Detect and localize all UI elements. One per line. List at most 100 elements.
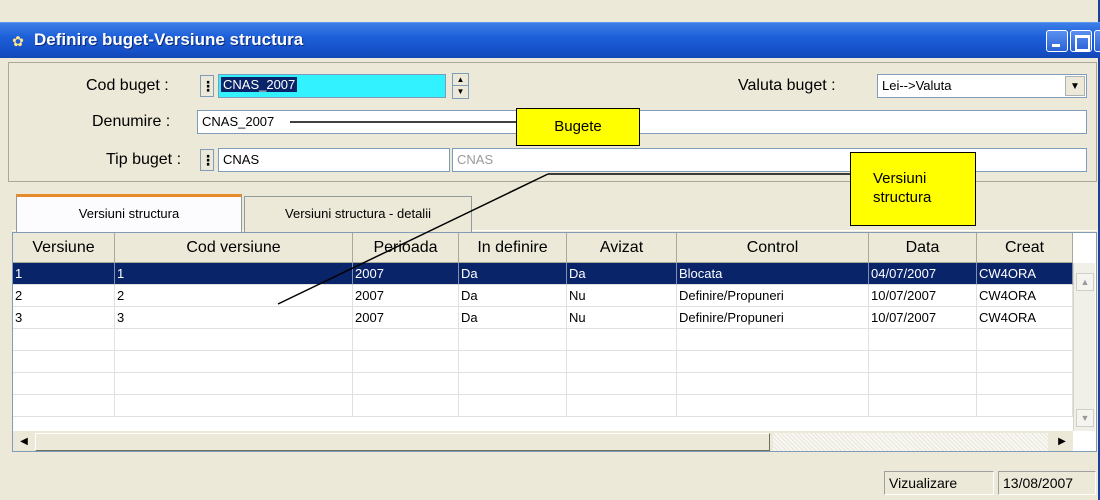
- callout-versiuni-structura: Versiuni structura: [850, 152, 976, 226]
- empty-cell: [977, 395, 1073, 417]
- table-row[interactable]: 2 2 2007 Da Nu Definire/Propuneri 10/07/…: [13, 285, 1073, 307]
- tab-label: Versiuni structura - detalii: [285, 206, 431, 221]
- cell-in-definire: Da: [459, 307, 567, 329]
- table-row-empty: [13, 395, 1073, 417]
- column-header-versiune[interactable]: Versiune: [13, 233, 115, 263]
- cell-creat: CW4ORA: [977, 285, 1073, 307]
- empty-cell: [353, 329, 459, 351]
- cod-buget-value: CNAS_2007: [221, 77, 298, 92]
- empty-cell: [459, 395, 567, 417]
- close-button[interactable]: [1094, 30, 1100, 52]
- table-row[interactable]: 1 1 2007 Da Da Blocata 04/07/2007 CW4ORA: [13, 263, 1073, 285]
- tab-label: Versiuni structura: [78, 206, 180, 221]
- app-window: ✿ Definire buget-Versiune structura Cod …: [0, 0, 1100, 500]
- cell-cod-versiune: 2: [115, 285, 353, 307]
- empty-cell: [13, 373, 115, 395]
- empty-cell: [115, 395, 353, 417]
- empty-cell: [353, 373, 459, 395]
- tip-buget-description: CNAS: [452, 148, 1087, 172]
- empty-cell: [869, 395, 977, 417]
- table-row[interactable]: 3 3 2007 Da Nu Definire/Propuneri 10/07/…: [13, 307, 1073, 329]
- column-header-avizat[interactable]: Avizat: [567, 233, 677, 263]
- cell-cod-versiune: 3: [115, 307, 353, 329]
- scroll-left-icon[interactable]: ◀: [15, 433, 33, 451]
- cell-cod-versiune: 1: [115, 263, 353, 285]
- cell-versiune: 3: [13, 307, 115, 329]
- tab-versiuni-structura[interactable]: Versiuni structura: [16, 194, 242, 232]
- empty-cell: [567, 329, 677, 351]
- empty-cell: [977, 351, 1073, 373]
- dropdown-arrow-icon[interactable]: ▼: [1065, 76, 1085, 96]
- status-date-text: 13/08/2007: [1003, 475, 1074, 491]
- cell-perioada: 2007: [353, 285, 459, 307]
- cell-perioada: 2007: [353, 307, 459, 329]
- table-row-empty: [13, 329, 1073, 351]
- scroll-right-icon[interactable]: ▶: [1053, 433, 1071, 451]
- scroll-down-icon[interactable]: ▼: [1076, 409, 1094, 427]
- empty-cell: [677, 351, 869, 373]
- cod-buget-spinner[interactable]: ▲ ▼: [452, 73, 469, 99]
- cell-control: Blocata: [677, 263, 869, 285]
- empty-cell: [677, 329, 869, 351]
- column-header-creat[interactable]: Creat: [977, 233, 1073, 263]
- column-header-control[interactable]: Control: [677, 233, 869, 263]
- horizontal-scroll-thumb[interactable]: [35, 433, 770, 451]
- tab-versiuni-structura-detalii[interactable]: Versiuni structura - detalii: [244, 196, 472, 232]
- empty-cell: [869, 329, 977, 351]
- grid-header: Versiune Cod versiune Perioada In defini…: [13, 233, 1073, 263]
- column-header-cod-versiune[interactable]: Cod versiune: [115, 233, 353, 263]
- column-header-in-definire[interactable]: In definire: [459, 233, 567, 263]
- cell-control: Definire/Propuneri: [677, 285, 869, 307]
- spin-down-icon[interactable]: ▼: [453, 86, 468, 98]
- app-icon: ✿: [12, 33, 24, 49]
- cell-creat: CW4ORA: [977, 263, 1073, 285]
- denumire-value: CNAS_2007: [202, 114, 275, 129]
- cell-versiune: 1: [13, 263, 115, 285]
- tip-buget-desc-text: CNAS: [457, 152, 494, 167]
- horizontal-scrollbar[interactable]: ◀ ▶: [13, 431, 1073, 451]
- denumire-input[interactable]: CNAS_2007: [197, 110, 1087, 134]
- empty-cell: [567, 373, 677, 395]
- callout-versiuni-line2: structura: [873, 189, 932, 206]
- empty-cell: [115, 373, 353, 395]
- empty-cell: [567, 395, 677, 417]
- cell-control: Definire/Propuneri: [677, 307, 869, 329]
- window-title: Definire buget-Versiune structura: [34, 30, 304, 49]
- valuta-buget-select[interactable]: Lei-->Valuta ▼: [877, 74, 1087, 98]
- valuta-buget-label: Valuta buget :: [738, 77, 836, 94]
- empty-cell: [115, 329, 353, 351]
- empty-cell: [567, 351, 677, 373]
- empty-cell: [869, 373, 977, 395]
- empty-cell: [459, 351, 567, 373]
- vertical-scrollbar[interactable]: ▲ ▼: [1073, 263, 1095, 431]
- column-header-data[interactable]: Data: [869, 233, 977, 263]
- tip-buget-lookup-button[interactable]: ⋮: [200, 149, 215, 171]
- table-row-empty: [13, 373, 1073, 395]
- denumire-label: Denumire :: [92, 113, 171, 130]
- cell-avizat: Nu: [567, 285, 677, 307]
- empty-cell: [353, 395, 459, 417]
- tip-buget-value: CNAS: [223, 152, 260, 167]
- spin-up-icon[interactable]: ▲: [453, 74, 468, 86]
- horizontal-scroll-track[interactable]: [773, 433, 1048, 451]
- callout-bugete-text: Bugete: [554, 118, 602, 135]
- cell-in-definire: Da: [459, 285, 567, 307]
- tip-buget-label: Tip buget :: [106, 151, 182, 168]
- column-header-perioada[interactable]: Perioada: [353, 233, 459, 263]
- tip-buget-input[interactable]: CNAS: [218, 148, 450, 172]
- cell-avizat: Da: [567, 263, 677, 285]
- minimize-button[interactable]: [1046, 30, 1068, 52]
- empty-cell: [977, 329, 1073, 351]
- empty-cell: [977, 373, 1073, 395]
- title-bar[interactable]: ✿ Definire buget-Versiune structura: [0, 22, 1100, 58]
- cell-avizat: Nu: [567, 307, 677, 329]
- versions-grid[interactable]: Versiune Cod versiune Perioada In defini…: [12, 232, 1097, 452]
- cell-perioada: 2007: [353, 263, 459, 285]
- cod-buget-input[interactable]: CNAS_2007: [218, 74, 446, 98]
- maximize-button[interactable]: [1070, 30, 1092, 52]
- table-row-empty: [13, 351, 1073, 373]
- cod-buget-lookup-button[interactable]: ⋮: [200, 75, 215, 97]
- scroll-up-icon[interactable]: ▲: [1076, 273, 1094, 291]
- status-date: 13/08/2007: [998, 471, 1096, 495]
- empty-cell: [353, 351, 459, 373]
